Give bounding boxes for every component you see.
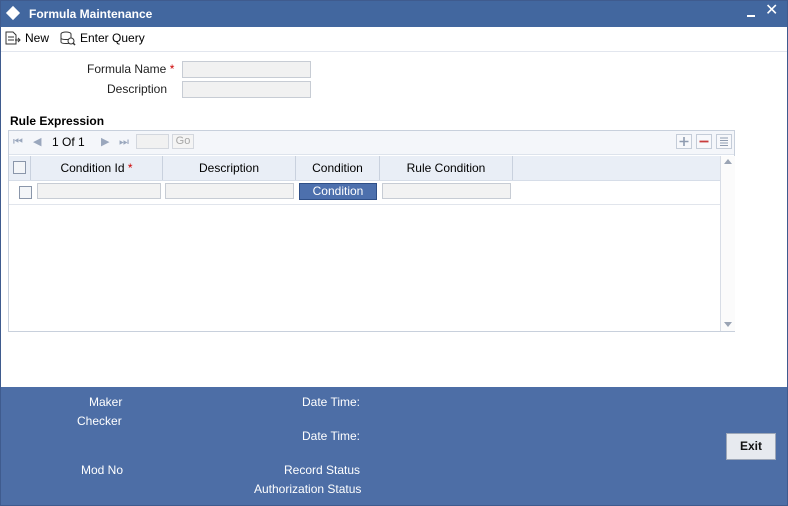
diamond-icon [5, 5, 21, 21]
grid-header: Condition Id * Description Condition Rul… [9, 156, 720, 181]
formula-name-label: Formula Name * [87, 62, 174, 76]
minimize-icon[interactable] [747, 7, 757, 19]
checker-date-time-label: Date Time: [302, 429, 361, 443]
description-cell-field[interactable] [165, 183, 294, 199]
col-condition-id-label: Condition Id [60, 161, 125, 175]
col-condition[interactable]: Condition [296, 156, 380, 180]
pager-bar: ⏮ ◀ 1 Of 1 ▶ ⏭ Go [9, 131, 734, 155]
delete-row-icon[interactable] [696, 134, 712, 149]
maker-date-time-label: Date Time: [302, 395, 361, 409]
first-page-icon[interactable]: ⏮ [13, 136, 23, 148]
page-number-input[interactable] [136, 134, 169, 149]
condition-button[interactable]: Condition [299, 183, 377, 200]
enter-query-button[interactable]: Enter Query [59, 29, 145, 47]
record-status-label: Record Status [284, 463, 361, 477]
authorization-status-label: Authorization Status [254, 482, 362, 496]
new-label: New [25, 31, 50, 45]
enter-query-label: Enter Query [80, 31, 145, 45]
condition-id-field[interactable] [37, 183, 161, 199]
close-icon[interactable]: ✕ [765, 2, 778, 20]
formula-name-field[interactable] [182, 61, 311, 78]
select-all-cell [9, 156, 31, 180]
prev-page-icon[interactable]: ◀ [33, 136, 41, 148]
new-button[interactable]: New [5, 29, 49, 47]
title-bar: Formula Maintenance ✕ [1, 1, 787, 27]
description-field[interactable] [182, 81, 311, 98]
mod-no-label: Mod No [81, 463, 124, 477]
toolbar: New Enter Query [1, 27, 787, 52]
new-doc-icon [5, 31, 21, 45]
select-all-checkbox[interactable] [13, 161, 26, 174]
formula-maintenance-window: Formula Maintenance ✕ New Enter Query Fo [0, 0, 788, 506]
required-mark: * [169, 62, 175, 76]
add-row-icon[interactable] [676, 134, 692, 149]
checker-label: Checker [77, 414, 122, 428]
scroll-up-icon[interactable] [724, 159, 732, 164]
row-checkbox[interactable] [19, 186, 32, 199]
rule-condition-field[interactable] [382, 183, 511, 199]
col-rule-condition[interactable]: Rule Condition [380, 156, 513, 180]
exit-button[interactable]: Exit [726, 433, 776, 460]
page-indicator: 1 Of 1 [52, 135, 85, 149]
go-button[interactable]: Go [172, 134, 194, 149]
scroll-down-icon[interactable] [724, 322, 732, 327]
table-row: Condition [9, 180, 720, 205]
window-title: Formula Maintenance [29, 7, 153, 21]
last-page-icon[interactable]: ⏭ [119, 136, 129, 148]
audit-footer: Maker Checker Date Time: Date Time: Mod … [1, 387, 787, 505]
formula-name-text: Formula Name [87, 62, 167, 76]
vertical-scrollbar[interactable] [720, 156, 735, 331]
rule-expression-grid: ⏮ ◀ 1 Of 1 ▶ ⏭ Go Condition Id * Descrip… [8, 130, 735, 332]
rule-expression-title: Rule Expression [10, 114, 105, 128]
maker-label: Maker [89, 395, 123, 409]
description-label: Description [107, 82, 168, 96]
single-view-icon[interactable] [716, 134, 732, 149]
required-mark: * [127, 161, 133, 175]
next-page-icon[interactable]: ▶ [101, 136, 109, 148]
enter-query-icon [60, 31, 76, 46]
col-condition-id[interactable]: Condition Id * [31, 156, 163, 180]
col-description[interactable]: Description [163, 156, 296, 180]
